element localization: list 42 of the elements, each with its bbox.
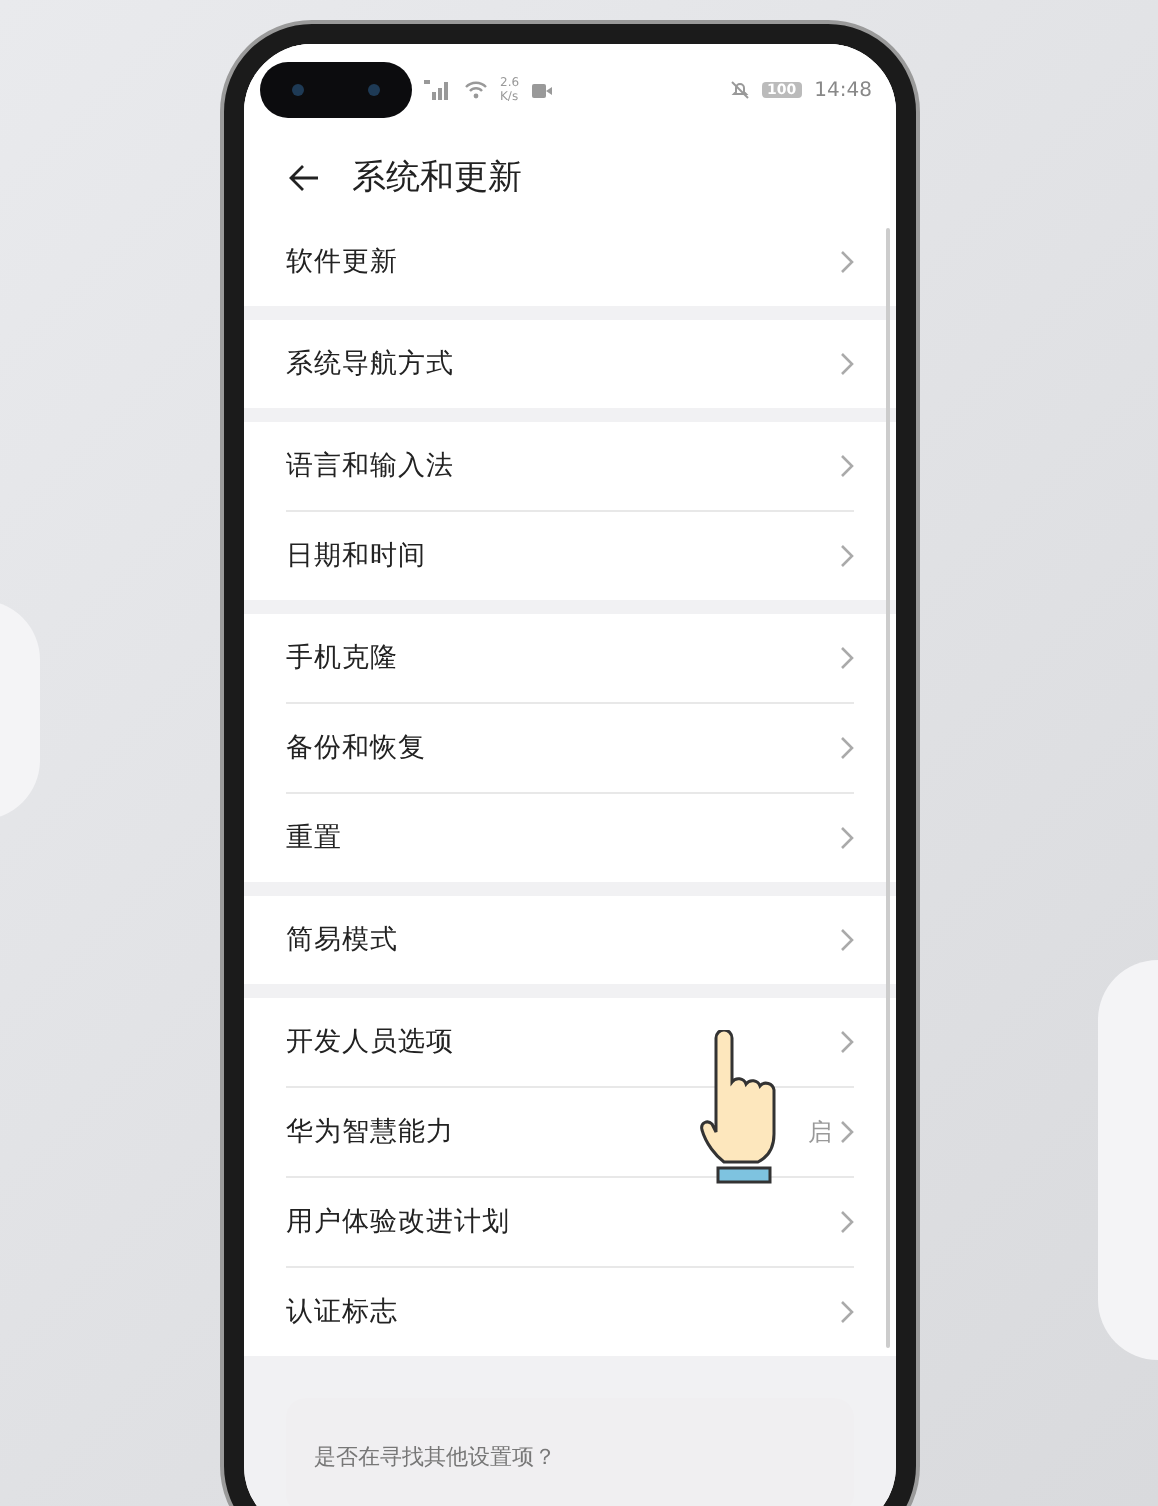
settings-row[interactable]: 重置 — [286, 794, 854, 882]
row-label: 简易模式 — [286, 922, 400, 958]
back-arrow-icon[interactable] — [288, 163, 320, 192]
settings-row[interactable]: 日期和时间 — [286, 512, 854, 600]
settings-row[interactable]: 认证标志 — [286, 1268, 854, 1356]
row-label: 手机克隆 — [286, 640, 400, 676]
row-label: 日期和时间 — [286, 538, 428, 574]
chevron-icon — [840, 928, 854, 952]
video-icon — [531, 83, 552, 98]
signal-icon — [424, 80, 452, 101]
settings-row[interactable]: 系统导航方式 — [286, 320, 854, 408]
chevron-icon — [840, 250, 854, 274]
chevron-icon — [840, 352, 854, 376]
row-label: 备份和恢复 — [286, 730, 428, 766]
page-title: 系统和更新 — [352, 156, 522, 201]
suggestion-text: 是否在寻找其他设置项？ — [314, 1441, 556, 1471]
settings-row[interactable]: 语言和输入法 — [286, 422, 854, 512]
settings-row[interactable]: 手机克隆 — [286, 614, 854, 704]
row-label: 系统导航方式 — [286, 346, 456, 382]
row-label: 开发人员选项 — [286, 1024, 456, 1060]
row-label: 语言和输入法 — [286, 448, 456, 484]
row-label: 认证标志 — [286, 1294, 400, 1330]
row-label: 重置 — [286, 820, 344, 856]
clock-time: 14:48 — [814, 79, 872, 102]
chevron-icon — [840, 1300, 854, 1324]
chevron-icon — [840, 736, 854, 760]
chevron-icon — [840, 826, 854, 850]
row-label: 软件更新 — [286, 244, 400, 280]
wifi-icon — [464, 80, 488, 101]
chevron-icon — [840, 544, 854, 568]
row-label: 华为智慧能力 — [286, 1114, 456, 1150]
chevron-icon — [840, 454, 854, 478]
row-value: 启 — [808, 1115, 832, 1149]
mute-bell-icon — [729, 80, 750, 101]
settings-row[interactable]: 简易模式 — [286, 896, 854, 984]
chevron-icon — [840, 1210, 854, 1234]
row-label: 用户体验改进计划 — [286, 1204, 512, 1240]
chevron-icon — [840, 646, 854, 670]
settings-row[interactable]: 备份和恢复 — [286, 704, 854, 794]
chevron-icon — [840, 1030, 854, 1054]
chevron-icon — [840, 1120, 854, 1144]
settings-row[interactable]: 软件更新 — [286, 218, 854, 306]
